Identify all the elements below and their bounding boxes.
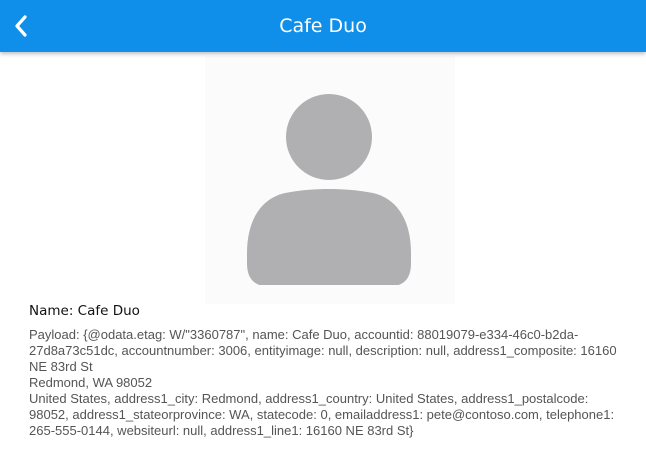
person-silhouette-icon [247, 94, 411, 285]
avatar [205, 56, 455, 304]
record-name: Name: Cafe Duo [29, 303, 140, 319]
app-header: Cafe Duo [0, 0, 646, 52]
payload-text: Payload: {@odata.etag: W/"3360787", name… [29, 327, 617, 438]
page-title: Cafe Duo [279, 15, 367, 37]
